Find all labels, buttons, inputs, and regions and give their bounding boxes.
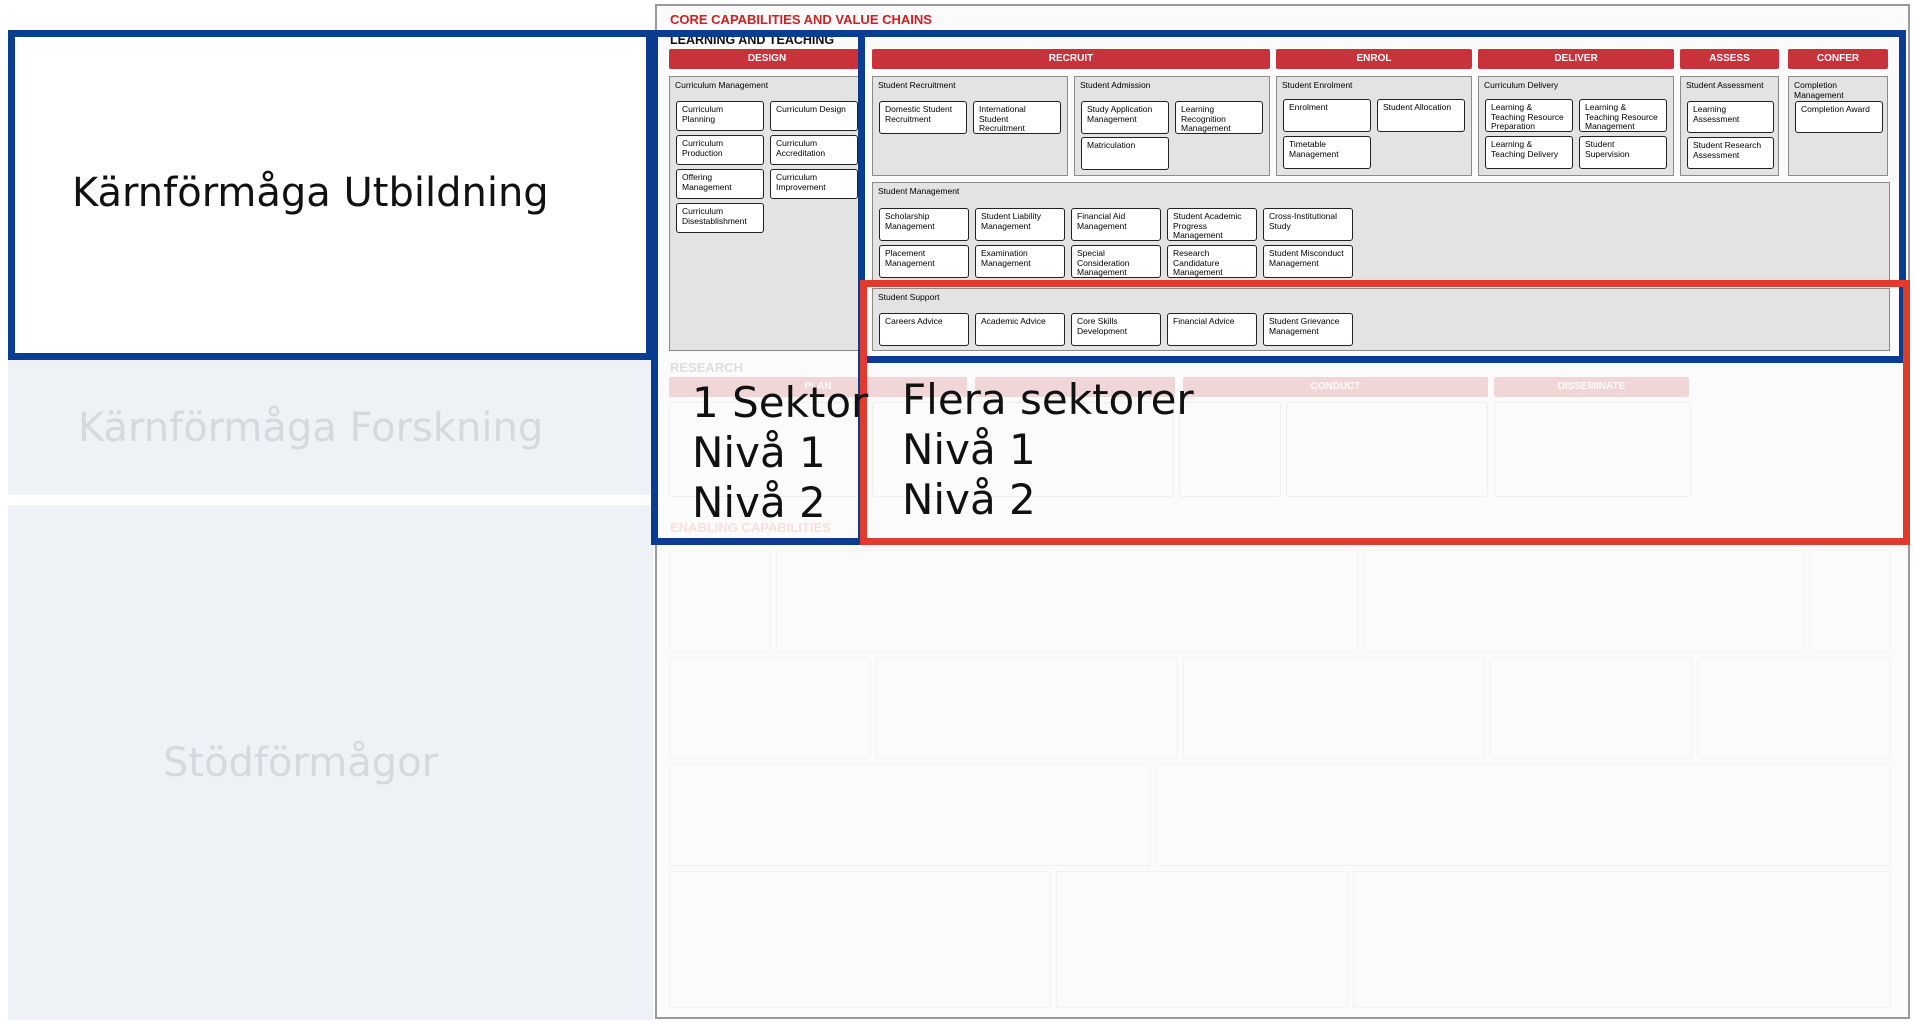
overlay-right-line1: Flera sektorer — [902, 375, 1194, 424]
overlay-left-line1: 1 Sektor — [692, 378, 869, 427]
enabling-ghost-group — [1056, 871, 1348, 1008]
enabling-ghost-group — [776, 550, 1358, 652]
enabling-ghost-group — [1697, 657, 1891, 759]
enabling-ghost-group — [669, 764, 1151, 866]
enabling-ghost-group — [1156, 764, 1891, 866]
overlay-right-line2: Nivå 1 — [902, 425, 1036, 474]
enabling-ghost-group — [1490, 657, 1692, 759]
label-enabling: Stödförmågor — [163, 740, 439, 786]
enabling-ghost-group — [669, 550, 771, 652]
highlight-blue-left — [8, 30, 653, 360]
label-research: Kärnförmåga Forskning — [78, 405, 544, 451]
enabling-ghost-group — [876, 657, 1178, 759]
enabling-ghost-group — [1809, 550, 1891, 652]
enabling-ghost-group — [1183, 657, 1485, 759]
enabling-ghost-group — [669, 657, 871, 759]
enabling-ghost-group — [1353, 871, 1891, 1008]
enabling-ghost-group — [1363, 550, 1805, 652]
overlay-right-line3: Nivå 2 — [902, 475, 1036, 524]
enabling-ghost-area — [669, 550, 1891, 1010]
overlay-left-line3: Nivå 2 — [692, 478, 826, 527]
enabling-ghost-group — [669, 871, 1051, 1008]
overlay-left-line2: Nivå 1 — [692, 428, 826, 477]
map-title: CORE CAPABILITIES AND VALUE CHAINS — [670, 12, 932, 27]
